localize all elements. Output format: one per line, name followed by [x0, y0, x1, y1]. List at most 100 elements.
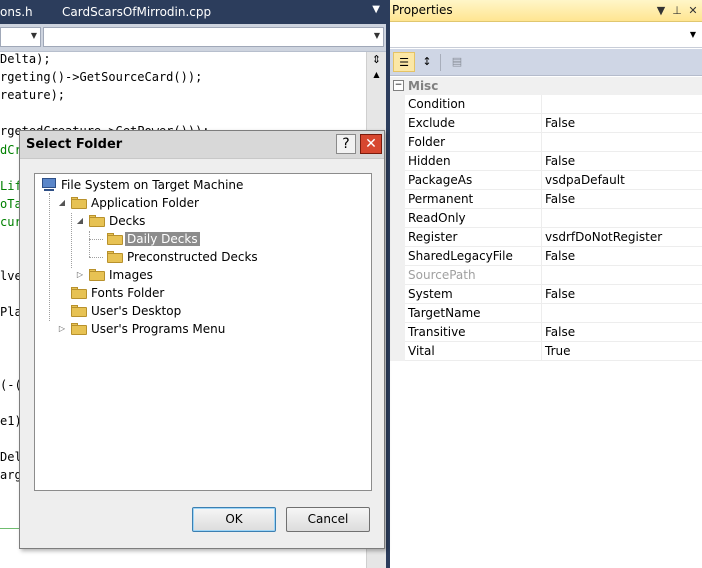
property-name: System	[408, 287, 453, 301]
folder-icon	[71, 305, 87, 317]
property-row[interactable]: Permanent False	[390, 190, 702, 209]
property-value[interactable]	[541, 209, 702, 228]
code-line[interactable]: rgeting()->GetSourceCard());	[0, 70, 202, 84]
tree-guide-line	[49, 193, 50, 321]
tab-header-file[interactable]: ons.h	[0, 4, 33, 22]
property-pages-icon: ▤	[451, 55, 463, 68]
property-row[interactable]: Condition	[390, 95, 702, 114]
dialog-title-bar[interactable]: Select Folder ? ✕	[20, 131, 384, 159]
tree-node-label: Daily Decks	[125, 232, 200, 246]
property-row[interactable]: SharedLegacyFile False	[390, 247, 702, 266]
property-name: Exclude	[408, 116, 456, 130]
scope-combo[interactable]: ▼	[0, 27, 41, 47]
chevron-down-icon: ▼	[373, 31, 380, 40]
property-name: Hidden	[408, 154, 451, 168]
tree-node-label: Application Folder	[91, 196, 199, 210]
property-row[interactable]: Exclude False	[390, 114, 702, 133]
ok-button[interactable]: OK	[192, 507, 276, 532]
property-name: ReadOnly	[408, 211, 466, 225]
row-gutter	[390, 114, 405, 133]
row-gutter	[390, 209, 405, 228]
properties-panel: Properties ▼ ⊥ ✕ ▼ ☰ ↕ ▤ − Misc Conditio…	[390, 0, 702, 568]
folder-icon	[71, 287, 87, 299]
property-row[interactable]: Transitive False	[390, 323, 702, 342]
tree-node-label: Decks	[109, 214, 146, 228]
property-row[interactable]: ReadOnly	[390, 209, 702, 228]
expand-arrow-icon[interactable]: ▷	[75, 269, 85, 281]
property-name: TargetName	[408, 306, 481, 320]
property-value[interactable]: False	[541, 247, 702, 266]
property-row[interactable]: Folder	[390, 133, 702, 152]
help-button[interactable]: ?	[336, 134, 356, 154]
tab-cpp-file[interactable]: CardScarsOfMirrodin.cpp	[62, 4, 211, 22]
code-line[interactable]: reature);	[0, 88, 65, 102]
category-label: Misc	[408, 79, 439, 93]
alphabetical-view-button[interactable]: ↕	[416, 52, 438, 72]
help-icon: ?	[342, 136, 350, 152]
folder-icon	[71, 197, 87, 209]
member-combo[interactable]: ▼	[43, 27, 384, 47]
toolbar-separator	[440, 54, 441, 71]
collapse-arrow-icon[interactable]: ◢	[75, 215, 85, 227]
pin-icon[interactable]: ⊥	[670, 3, 684, 19]
row-gutter	[390, 247, 405, 266]
property-row[interactable]: SourcePath	[390, 266, 702, 285]
property-row[interactable]: Vital True	[390, 342, 702, 361]
row-gutter	[390, 285, 405, 304]
collapse-arrow-icon[interactable]: ◢	[57, 197, 67, 209]
property-row[interactable]: TargetName	[390, 304, 702, 323]
property-row[interactable]: Register vsdrfDoNotRegister	[390, 228, 702, 247]
property-value[interactable]: False	[541, 114, 702, 133]
tree-guide-line	[89, 239, 103, 240]
tree-node-label: User's Programs Menu	[91, 322, 226, 336]
tree-node-label: Fonts Folder	[91, 286, 165, 300]
close-icon: ✕	[365, 136, 377, 152]
property-value[interactable]: False	[541, 152, 702, 171]
property-row[interactable]: PackageAs vsdpaDefault	[390, 171, 702, 190]
properties-toolbar: ☰ ↕ ▤	[390, 49, 702, 76]
tree-node-label: Images	[109, 268, 153, 282]
folder-tree[interactable]: File System on Target Machine ◢ Applicatio…	[34, 173, 372, 491]
property-value[interactable]: vsdpaDefault	[541, 171, 702, 190]
row-gutter	[390, 152, 405, 171]
scroll-up-icon[interactable]: ▲	[369, 68, 384, 82]
property-name: Vital	[408, 344, 435, 358]
tree-node-label: User's Desktop	[91, 304, 182, 318]
close-icon[interactable]: ✕	[686, 3, 700, 19]
tree-guide-line	[71, 213, 72, 268]
property-value[interactable]: True	[541, 342, 702, 361]
property-name: Transitive	[408, 325, 466, 339]
property-value[interactable]	[541, 304, 702, 323]
close-button[interactable]: ✕	[360, 134, 382, 154]
code-line[interactable]: Delta);	[0, 52, 51, 66]
row-gutter	[390, 171, 405, 190]
property-name: Register	[408, 230, 458, 244]
expand-arrow-icon[interactable]: ▷	[57, 323, 67, 335]
collapse-icon[interactable]: −	[393, 80, 404, 91]
categorized-view-button[interactable]: ☰	[393, 52, 415, 72]
property-row[interactable]: Hidden False	[390, 152, 702, 171]
tab-list-dropdown-icon[interactable]: ▼	[372, 4, 380, 15]
property-value[interactable]: False	[541, 285, 702, 304]
select-folder-dialog: Select Folder ? ✕ File System on Target …	[19, 130, 385, 549]
property-pages-button[interactable]: ▤	[446, 52, 468, 72]
split-handle-icon[interactable]: ⇕	[369, 54, 384, 66]
window-position-dropdown-icon[interactable]: ▼	[654, 3, 668, 19]
cancel-button[interactable]: Cancel	[286, 507, 370, 532]
object-selector[interactable]: ▼	[390, 23, 702, 48]
computer-icon	[41, 178, 57, 192]
row-gutter	[390, 95, 405, 114]
chevron-down-icon: ▼	[30, 31, 37, 40]
properties-title: Properties	[392, 3, 453, 17]
property-value[interactable]	[541, 133, 702, 152]
property-value[interactable]: vsdrfDoNotRegister	[541, 228, 702, 247]
category-row[interactable]: − Misc	[390, 77, 702, 95]
categorized-icon: ☰	[399, 56, 409, 69]
property-value[interactable]: False	[541, 323, 702, 342]
property-row[interactable]: System False	[390, 285, 702, 304]
document-tab-strip: ons.h CardScarsOfMirrodin.cpp ▼	[0, 0, 386, 24]
property-name: Folder	[408, 135, 446, 149]
property-value[interactable]	[541, 95, 702, 114]
property-value[interactable]: False	[541, 190, 702, 209]
property-value[interactable]	[541, 266, 702, 285]
